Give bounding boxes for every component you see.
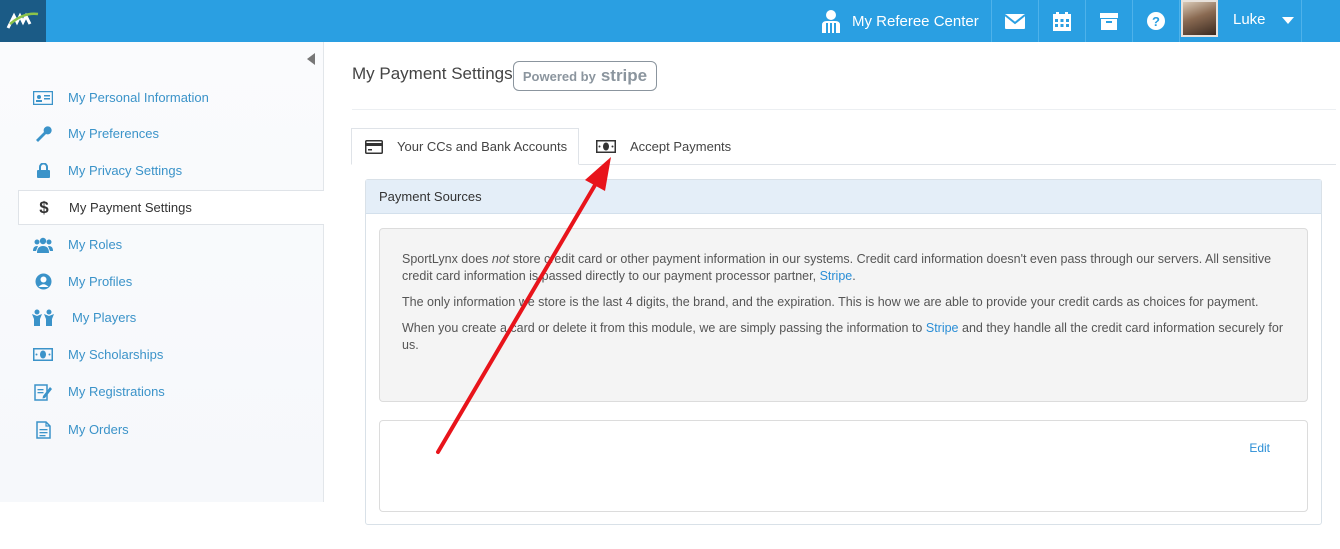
money-icon (596, 140, 616, 153)
calendar-icon[interactable] (1039, 0, 1085, 42)
sidebar-item-label: My Scholarships (68, 347, 164, 362)
user-name: Luke (1233, 10, 1266, 28)
referee-icon (822, 10, 840, 33)
sidebar-item-label: My Privacy Settings (68, 163, 183, 178)
sidebar-item-label: My Preferences (68, 126, 160, 141)
sidebar-item-profiles[interactable]: My Profiles (18, 264, 324, 299)
page-title: My Payment Settings (352, 64, 513, 83)
badge-stripe-brand: stripe (600, 66, 648, 85)
help-icon[interactable]: ? (1133, 0, 1179, 42)
lock-icon (18, 163, 68, 178)
tab-ccs-bank-accounts[interactable]: Your CCs and Bank Accounts (351, 128, 579, 165)
sidebar-item-label: My Registrations (68, 384, 165, 399)
sidebar-item-label: My Orders (68, 422, 129, 437)
chevron-down-icon (1281, 16, 1294, 24)
sidebar-item-label: My Roles (68, 237, 123, 252)
sidebar-item-registrations[interactable]: My Registrations (18, 374, 324, 409)
id-card-icon (18, 90, 68, 105)
edit-icon (18, 383, 68, 401)
info-paragraph: SportLynx does not store credit card or … (402, 251, 1285, 285)
sidebar-item-personal-information[interactable]: My Personal Information (18, 80, 324, 115)
tab-label: Your CCs and Bank Accounts (397, 139, 568, 154)
info-notice: SportLynx does not store credit card or … (379, 228, 1308, 402)
archive-icon[interactable] (1086, 0, 1132, 42)
badge-powered-by: Powered by (522, 68, 596, 84)
svg-text:?: ? (1152, 14, 1160, 29)
tab-accept-payments[interactable]: Accept Payments (594, 128, 731, 165)
user-menu[interactable]: Luke (1233, 0, 1294, 38)
sidebar-item-label: My Personal Information (68, 90, 209, 105)
money-icon (18, 348, 68, 361)
avatar[interactable] (1181, 0, 1218, 37)
user-circle-icon (18, 273, 68, 290)
sidebar-item-roles[interactable]: My Roles (18, 227, 324, 262)
collapse-sidebar-icon[interactable] (307, 53, 315, 65)
stripe-link[interactable]: Stripe (926, 321, 959, 335)
sidebar-item-privacy-settings[interactable]: My Privacy Settings (18, 153, 324, 188)
logo-mark-icon (6, 12, 39, 29)
info-paragraph: The only information we store is the las… (402, 295, 1259, 309)
info-text: When you create a card or delete it from… (402, 321, 926, 335)
sidebar-item-scholarships[interactable]: My Scholarships (18, 337, 324, 372)
tab-label: Accept Payments (630, 139, 732, 154)
sidebar-item-label: My Profiles (68, 274, 133, 289)
sidebar-item-label: My Payment Settings (69, 200, 192, 215)
divider (1179, 0, 1180, 42)
sidebar-item-payment-settings[interactable]: $ My Payment Settings (18, 190, 324, 225)
players-icon (18, 309, 68, 326)
info-text: . (852, 269, 856, 283)
sidebar-item-label: My Players (72, 310, 137, 325)
stripe-link[interactable]: Stripe (820, 269, 853, 283)
divider (1301, 0, 1302, 42)
credit-card-icon (365, 139, 383, 154)
document-icon (18, 420, 68, 439)
edit-link[interactable]: Edit (1249, 441, 1270, 455)
top-navigation-bar: My Referee Center ? Luke (0, 0, 1340, 42)
sidebar-item-players[interactable]: My Players (18, 300, 324, 335)
users-icon (18, 237, 68, 253)
info-text: SportLynx does (402, 252, 492, 266)
panel-title: Payment Sources (366, 180, 1321, 214)
wrench-icon (18, 125, 68, 142)
mail-icon[interactable] (992, 0, 1038, 42)
powered-by-stripe-badge[interactable]: Powered by stripe (513, 61, 657, 91)
referee-center-label: My Referee Center (852, 12, 979, 30)
info-emphasis: not (491, 252, 510, 266)
referee-center-link[interactable]: My Referee Center (820, 0, 979, 42)
dollar-icon: $ (39, 197, 49, 217)
info-paragraph: When you create a card or delete it from… (402, 320, 1285, 354)
sidebar-item-orders[interactable]: My Orders (18, 412, 324, 447)
divider (352, 109, 1336, 110)
sportlynx-logo[interactable] (0, 0, 46, 42)
payment-sources-panel: Payment Sources SportLynx does not store… (365, 179, 1322, 525)
payment-source-card: Edit (379, 420, 1308, 512)
sidebar-item-preferences[interactable]: My Preferences (18, 116, 324, 151)
